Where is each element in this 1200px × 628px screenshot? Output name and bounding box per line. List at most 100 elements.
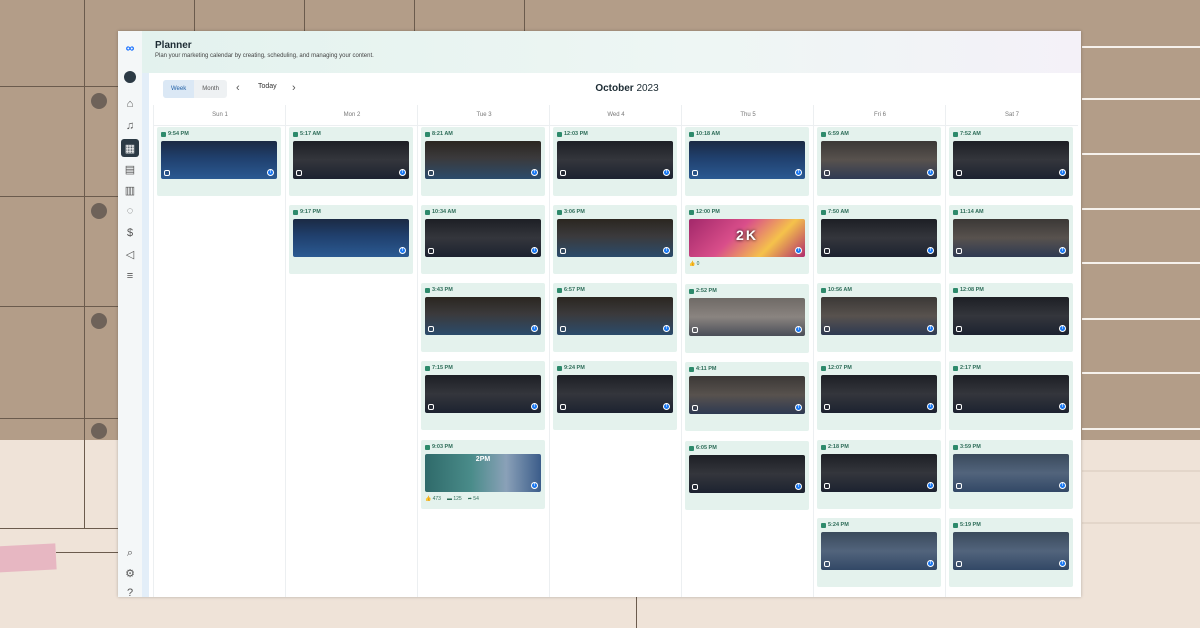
post-time: 7:50 AM — [821, 209, 849, 215]
instagram-icon — [956, 326, 962, 332]
account-avatar-icon[interactable] — [121, 68, 139, 86]
post-card[interactable]: 7:50 AM f — [817, 205, 941, 274]
facebook-icon: f — [927, 560, 934, 567]
settings-icon[interactable]: ⚙ — [121, 564, 139, 582]
facebook-icon: f — [927, 325, 934, 332]
post-card[interactable]: 10:34 AM f — [421, 205, 545, 274]
post-card[interactable]: 9:17 PM f — [289, 205, 413, 274]
post-card[interactable]: 12:07 PM f — [817, 361, 941, 430]
chevron-right-icon[interactable]: › — [292, 82, 296, 94]
ads-icon[interactable]: ◌ — [121, 202, 139, 220]
day-header: Tue 3 — [418, 105, 550, 126]
post-type-icon — [425, 287, 430, 293]
meta-logo-icon[interactable]: ∞ — [121, 39, 139, 57]
facebook-icon: f — [1059, 325, 1066, 332]
post-time: 12:08 PM — [953, 287, 984, 293]
facebook-icon: f — [531, 247, 538, 254]
post-card[interactable]: 11:14 AM f — [949, 205, 1073, 274]
facebook-icon: f — [927, 403, 934, 410]
post-card[interactable]: 10:18 AM f — [685, 127, 809, 196]
page-title: Planner — [155, 40, 192, 51]
background-line — [56, 552, 118, 553]
facebook-icon: f — [1059, 560, 1066, 567]
post-type-icon — [425, 365, 430, 371]
background-line — [304, 0, 305, 31]
background-dot — [91, 203, 107, 219]
monetization-icon[interactable]: $ — [121, 224, 139, 242]
post-card[interactable]: 5:17 AM f — [289, 127, 413, 196]
instagram-icon — [692, 484, 698, 490]
post-card[interactable]: 3:43 PM f — [421, 283, 545, 352]
facebook-icon: f — [1059, 169, 1066, 176]
post-thumbnail: f — [953, 141, 1069, 179]
post-card[interactable]: 2:52 PM f — [685, 284, 809, 353]
post-card[interactable]: 12:03 PM f — [553, 127, 677, 196]
post-card[interactable]: 6:59 AM f — [817, 127, 941, 196]
search-icon[interactable]: ⌕ — [121, 544, 139, 562]
day-column-sun: Sun 1 9:54 PM f — [153, 105, 286, 597]
notifications-icon[interactable]: ♫ — [121, 117, 139, 135]
chevron-left-icon[interactable]: ‹ — [236, 82, 240, 94]
post-time: 11:14 AM — [953, 209, 984, 215]
post-card[interactable]: 12:08 PM f — [949, 283, 1073, 352]
background-line — [636, 597, 637, 628]
home-icon[interactable]: ⌂ — [121, 95, 139, 113]
instagram-icon — [692, 405, 698, 411]
facebook-icon: f — [795, 404, 802, 411]
post-card[interactable]: 9:03 PM 2PM f 👍 473 ▬ 125 ➦ 54 — [421, 440, 545, 509]
background-line — [1082, 208, 1200, 210]
post-card[interactable]: 8:21 AM f — [421, 127, 545, 196]
month-view-button[interactable]: Month — [194, 80, 227, 98]
background-line — [1082, 428, 1200, 430]
year: 2023 — [636, 83, 659, 94]
post-type-icon — [689, 131, 694, 137]
post-time: 9:17 PM — [293, 209, 321, 215]
week-view-button[interactable]: Week — [163, 80, 195, 98]
content-icon[interactable]: ▤ — [121, 160, 139, 178]
background-line — [0, 86, 118, 87]
facebook-icon: f — [1059, 247, 1066, 254]
instagram-icon — [296, 170, 302, 176]
background-line — [1082, 372, 1200, 374]
sidebar-strip — [142, 71, 149, 597]
day-header: Wed 4 — [550, 105, 682, 126]
post-card[interactable]: 6:05 PM f — [685, 441, 809, 510]
planner-window: ∞ ⌂ ♫ ▦ ▤ ▥ ◌ $ ◁ ≡ ⌕ ⚙ ? Planner Plan y… — [118, 31, 1081, 597]
post-card[interactable]: 7:52 AM f — [949, 127, 1073, 196]
advertise-icon[interactable]: ◁ — [121, 245, 139, 263]
background-dot — [91, 423, 107, 439]
post-card[interactable]: 7:15 PM f — [421, 361, 545, 430]
post-card[interactable]: 5:19 PM f — [949, 518, 1073, 587]
post-card[interactable]: 9:24 PM f — [553, 361, 677, 430]
post-card[interactable]: 12:00 PM 2K f 👍 0 — [685, 205, 809, 274]
post-type-icon — [557, 365, 562, 371]
post-card[interactable]: 10:56 AM f — [817, 283, 941, 352]
post-card[interactable]: 3:06 PM f — [553, 205, 677, 274]
today-button[interactable]: Today — [258, 83, 277, 90]
post-card[interactable]: 5:24 PM f — [817, 518, 941, 587]
post-type-icon — [293, 209, 298, 215]
post-time: 10:56 AM — [821, 287, 852, 293]
post-time: 12:00 PM — [689, 209, 720, 215]
post-card[interactable]: 3:59 PM f — [949, 440, 1073, 509]
insights-icon[interactable]: ▥ — [121, 181, 139, 199]
menu-icon[interactable]: ≡ — [121, 267, 139, 285]
likes-count: 👍 473 — [425, 496, 441, 502]
day-header: Mon 2 — [286, 105, 418, 126]
help-icon[interactable]: ? — [121, 584, 139, 597]
post-time: 10:18 AM — [689, 131, 720, 137]
post-card[interactable]: 2:18 PM f — [817, 440, 941, 509]
background-line — [1082, 262, 1200, 264]
background-line — [84, 0, 85, 528]
post-type-icon — [821, 522, 826, 528]
month-name: October — [595, 83, 634, 94]
post-card[interactable]: 9:54 PM f — [157, 127, 281, 196]
background-line — [1082, 470, 1200, 472]
post-card[interactable]: 6:57 PM f — [553, 283, 677, 352]
instagram-icon — [956, 404, 962, 410]
post-card[interactable]: 2:17 PM f — [949, 361, 1073, 430]
day-column-thu: Thu 5 10:18 AM f 12:00 PM 2K f 👍 0 2:52 … — [681, 105, 814, 597]
post-card[interactable]: 4:11 PM f — [685, 362, 809, 431]
post-thumbnail: f — [689, 455, 805, 493]
calendar-icon[interactable]: ▦ — [121, 139, 139, 157]
